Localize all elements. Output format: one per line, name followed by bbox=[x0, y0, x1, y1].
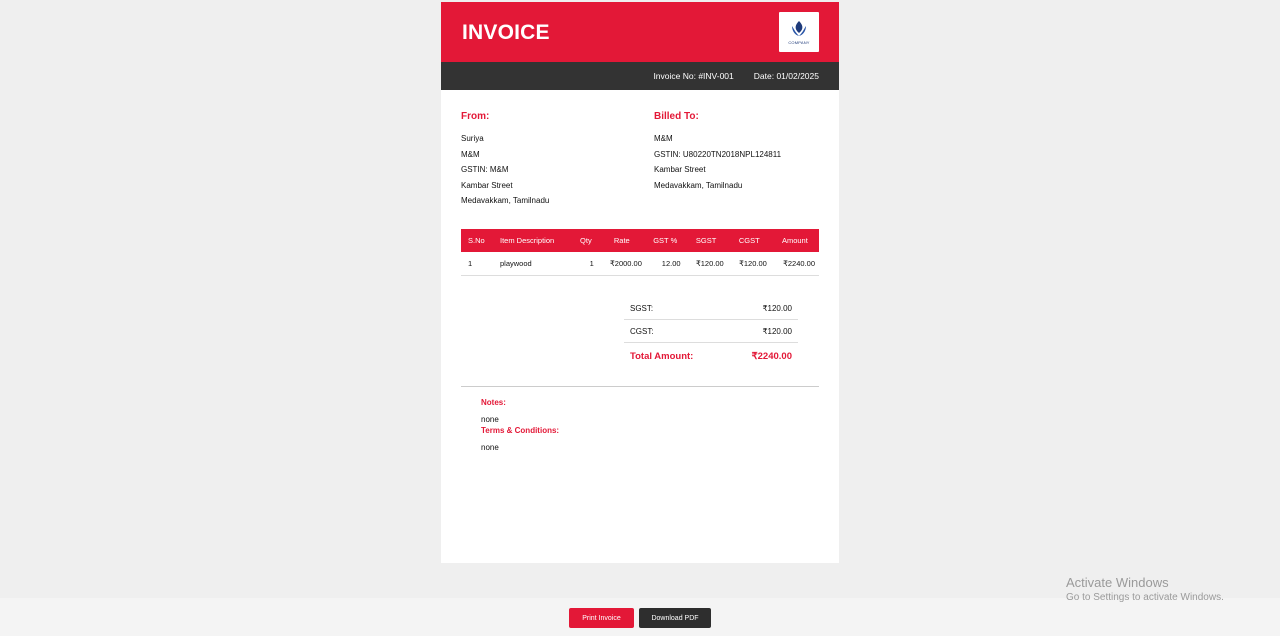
watermark-title: Activate Windows bbox=[1066, 575, 1169, 590]
cgst-row: CGST: ₹120.00 bbox=[624, 320, 798, 343]
invoice-date: Date: 01/02/2025 bbox=[753, 71, 819, 81]
from-street: Kambar Street bbox=[461, 180, 513, 190]
header-description: Item Description bbox=[496, 229, 574, 252]
sgst-value: ₹120.00 bbox=[762, 303, 792, 313]
invoice-title: INVOICE bbox=[462, 21, 550, 44]
watermark-subtitle: Go to Settings to activate Windows. bbox=[1066, 592, 1224, 603]
header-qty: Qty bbox=[574, 229, 598, 252]
table-header-row: S.No Item Description Qty Rate GST % SGS… bbox=[461, 229, 819, 252]
print-invoice-button[interactable]: Print Invoice bbox=[569, 608, 634, 628]
invoice-meta-bar: Invoice No: #INV-001 Date: 01/02/2025 bbox=[441, 62, 839, 90]
table-row: 1 playwood 1 ₹2000.00 12.00 ₹120.00 ₹120… bbox=[461, 252, 819, 276]
invoice-number: Invoice No: #INV-001 bbox=[653, 71, 734, 81]
billed-to-block: Billed To: M&M GSTIN: U80220TN2018NPL124… bbox=[654, 111, 781, 193]
company-logo: COMPANY bbox=[779, 12, 819, 52]
total-label: Total Amount: bbox=[630, 350, 694, 362]
logo-text: COMPANY bbox=[788, 40, 810, 45]
cell-description: playwood bbox=[496, 252, 574, 276]
sgst-label: SGST: bbox=[630, 303, 654, 313]
header-sgst: SGST bbox=[684, 229, 728, 252]
sgst-row: SGST: ₹120.00 bbox=[624, 297, 798, 320]
cell-cgst: ₹120.00 bbox=[727, 252, 771, 276]
invoice-header: INVOICE COMPANY bbox=[441, 2, 839, 62]
cell-rate: ₹2000.00 bbox=[597, 252, 646, 276]
notes-heading: Notes: bbox=[481, 398, 506, 407]
cgst-value: ₹120.00 bbox=[762, 326, 792, 336]
cell-amount: ₹2240.00 bbox=[770, 252, 819, 276]
cell-qty: 1 bbox=[574, 252, 598, 276]
company-logo-icon bbox=[792, 21, 806, 36]
terms-heading: Terms & Conditions: bbox=[481, 426, 560, 435]
section-divider bbox=[461, 386, 819, 387]
items-table: S.No Item Description Qty Rate GST % SGS… bbox=[461, 229, 819, 276]
total-value: ₹2240.00 bbox=[751, 350, 792, 362]
cell-sno: 1 bbox=[461, 252, 496, 276]
terms-value: none bbox=[481, 443, 499, 452]
from-heading: From: bbox=[461, 111, 490, 122]
billed-to-street: Kambar Street bbox=[654, 165, 706, 174]
header-cgst: CGST bbox=[727, 229, 771, 252]
header-sno: S.No bbox=[461, 229, 496, 252]
header-gst: GST % bbox=[645, 229, 685, 252]
totals-summary: SGST: ₹120.00 CGST: ₹120.00 Total Amount… bbox=[624, 297, 798, 369]
notes-section: Notes: none Terms & Conditions: none bbox=[481, 398, 559, 454]
from-block: From: Suriya M&M GSTIN: M&M Kambar Stree… bbox=[461, 111, 549, 209]
cell-sgst: ₹120.00 bbox=[684, 252, 728, 276]
billed-to-heading: Billed To: bbox=[654, 111, 699, 122]
header-rate: Rate bbox=[597, 229, 646, 252]
cgst-label: CGST: bbox=[630, 326, 654, 336]
billed-to-city: Medavakkam, Tamilnadu bbox=[654, 180, 743, 190]
billed-to-gstin: GSTIN: U80220TN2018NPL124811 bbox=[654, 149, 782, 159]
windows-activation-watermark: Activate Windows Go to Settings to activ… bbox=[1066, 575, 1224, 603]
invoice-card: INVOICE COMPANY Invoice No: #INV-001 Dat… bbox=[441, 2, 839, 563]
notes-value: none bbox=[481, 415, 499, 424]
total-row: Total Amount: ₹2240.00 bbox=[624, 343, 798, 369]
from-gstin: GSTIN: M&M bbox=[461, 165, 509, 174]
from-name: Suriya bbox=[461, 134, 484, 143]
billed-to-company: M&M bbox=[654, 134, 673, 143]
header-amount: Amount bbox=[770, 229, 819, 252]
from-city: Medavakkam, Tamilnadu bbox=[461, 196, 550, 205]
from-company: M&M bbox=[461, 149, 480, 159]
download-pdf-button[interactable]: Download PDF bbox=[639, 608, 711, 628]
cell-gst: 12.00 bbox=[645, 252, 685, 276]
